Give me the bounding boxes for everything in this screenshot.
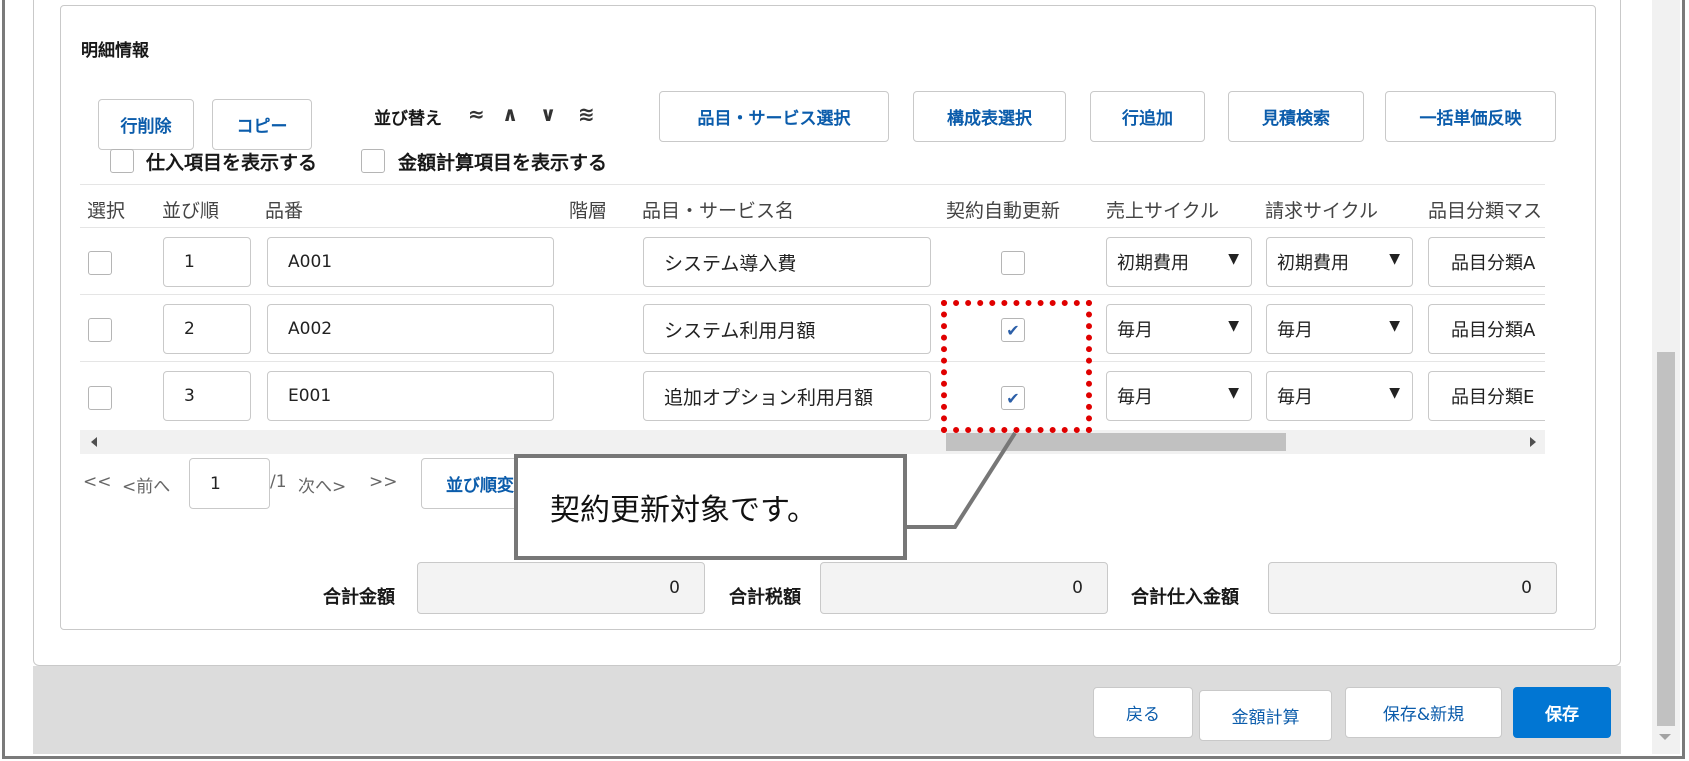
row-item-name-input[interactable]: 追加オプション利用月額 [643,371,931,421]
chevron-down-icon: ▼ [1389,385,1400,401]
row-sales-cycle-select[interactable]: 毎月 ▼ [1106,304,1252,354]
sort-label: 並び替え [374,109,442,129]
pager-next-link[interactable]: 次へ> [298,472,346,497]
sales-cycle-value: 毎月 [1117,320,1153,341]
row-sales-cycle-select[interactable]: 毎月 ▼ [1106,371,1252,421]
pager-first-link[interactable]: << [83,472,112,492]
row-order-input[interactable]: 3 [163,371,251,421]
sales-cycle-value: 毎月 [1117,387,1153,408]
calc-button[interactable]: 金額計算 [1199,690,1332,741]
billing-cycle-value: 初期費用 [1277,253,1349,274]
col-sales-cycle: 売上サイクル [1106,200,1220,222]
billing-cycle-value: 毎月 [1277,320,1313,341]
save-button[interactable]: 保存 [1513,687,1611,738]
sales-cycle-value: 初期費用 [1117,253,1189,274]
chevron-down-icon: ▼ [1228,251,1239,267]
row-auto-renew-checkbox[interactable] [1001,251,1025,275]
add-row-button[interactable]: 行追加 [1090,91,1205,142]
pager-prev-link[interactable]: <前へ [122,472,170,497]
callout-box: 契約更新対象です。 [514,454,907,560]
show-amount-calc-label: 金額計算項目を表示する [398,152,608,174]
move-down-icon[interactable]: ∨ [540,104,556,124]
delete-row-button[interactable]: 行削除 [98,99,194,150]
copy-button[interactable]: コピー [212,99,312,150]
vertical-scrollbar[interactable] [1652,0,1680,754]
move-bottom-icon[interactable]: ≋ [578,104,595,124]
col-auto-renew: 契約自動更新 [946,200,1061,222]
show-purchase-label: 仕入項目を表示する [146,152,318,174]
col-code: 品番 [265,200,304,222]
row-billing-cycle-select[interactable]: 初期費用 ▼ [1266,237,1413,287]
scroll-left-arrow-icon[interactable] [91,437,97,447]
row-category-input[interactable]: 品目分類E [1428,371,1545,421]
row-order-input[interactable]: 1 [163,237,251,287]
row-divider [80,361,1545,362]
row-select-checkbox[interactable] [88,318,112,342]
show-amount-calc-checkbox[interactable] [361,149,385,173]
row-code-input[interactable]: A002 [267,304,554,354]
total-tax-field: 0 [820,562,1108,614]
pager-page-input[interactable]: 1 [189,458,270,509]
save-and-new-button[interactable]: 保存&新規 [1345,687,1502,738]
row-item-name-input[interactable]: システム利用月額 [643,304,931,354]
col-order: 並び順 [162,200,220,222]
total-purchase-label: 合計仕入金額 [1131,587,1239,608]
vertical-scrollbar-thumb[interactable] [1657,352,1675,726]
horizontal-scrollbar[interactable] [80,430,1545,454]
col-category: 品目分類マス [1428,200,1543,222]
auto-renew-highlight [941,300,1092,433]
item-service-select-button[interactable]: 品目・サービス選択 [659,91,889,142]
col-select: 選択 [87,200,126,222]
col-level: 階層 [569,200,608,222]
back-button[interactable]: 戻る [1093,687,1193,738]
total-purchase-field: 0 [1268,562,1557,614]
row-item-name-input[interactable]: システム導入費 [643,237,931,287]
quote-search-button[interactable]: 見積検索 [1228,91,1364,142]
chevron-down-icon: ▼ [1389,318,1400,334]
pager-last-link[interactable]: >> [369,472,398,492]
horizontal-scrollbar-thumb[interactable] [946,433,1286,451]
move-top-icon[interactable]: ≈ [468,104,485,124]
section-title: 明細情報 [81,41,149,61]
billing-cycle-value: 毎月 [1277,387,1313,408]
row-category-input[interactable]: 品目分類A [1428,304,1545,354]
row-billing-cycle-select[interactable]: 毎月 ▼ [1266,304,1413,354]
move-up-icon[interactable]: ∧ [502,104,518,124]
total-tax-label: 合計税額 [729,587,801,608]
row-category-input[interactable]: 品目分類A [1428,237,1545,287]
row-divider [80,294,1545,295]
row-billing-cycle-select[interactable]: 毎月 ▼ [1266,371,1413,421]
pager-total: /1 [270,472,287,492]
scroll-down-arrow-icon[interactable] [1659,734,1671,740]
row-select-checkbox[interactable] [88,251,112,275]
row-select-checkbox[interactable] [88,386,112,410]
row-code-input[interactable]: E001 [267,371,554,421]
scroll-right-arrow-icon[interactable] [1530,437,1536,447]
bom-select-button[interactable]: 構成表選択 [913,91,1066,142]
total-amount-field: 0 [417,562,705,614]
col-billing-cycle: 請求サイクル [1265,200,1379,222]
chevron-down-icon: ▼ [1389,251,1400,267]
col-item-name: 品目・サービス名 [642,200,795,222]
row-sales-cycle-select[interactable]: 初期費用 ▼ [1106,237,1252,287]
chevron-down-icon: ▼ [1228,318,1239,334]
show-purchase-checkbox[interactable] [110,149,134,173]
row-code-input[interactable]: A001 [267,237,554,287]
bulk-price-button[interactable]: 一括単価反映 [1385,91,1556,142]
chevron-down-icon: ▼ [1228,385,1239,401]
total-amount-label: 合計金額 [323,587,395,608]
row-order-input[interactable]: 2 [163,304,251,354]
